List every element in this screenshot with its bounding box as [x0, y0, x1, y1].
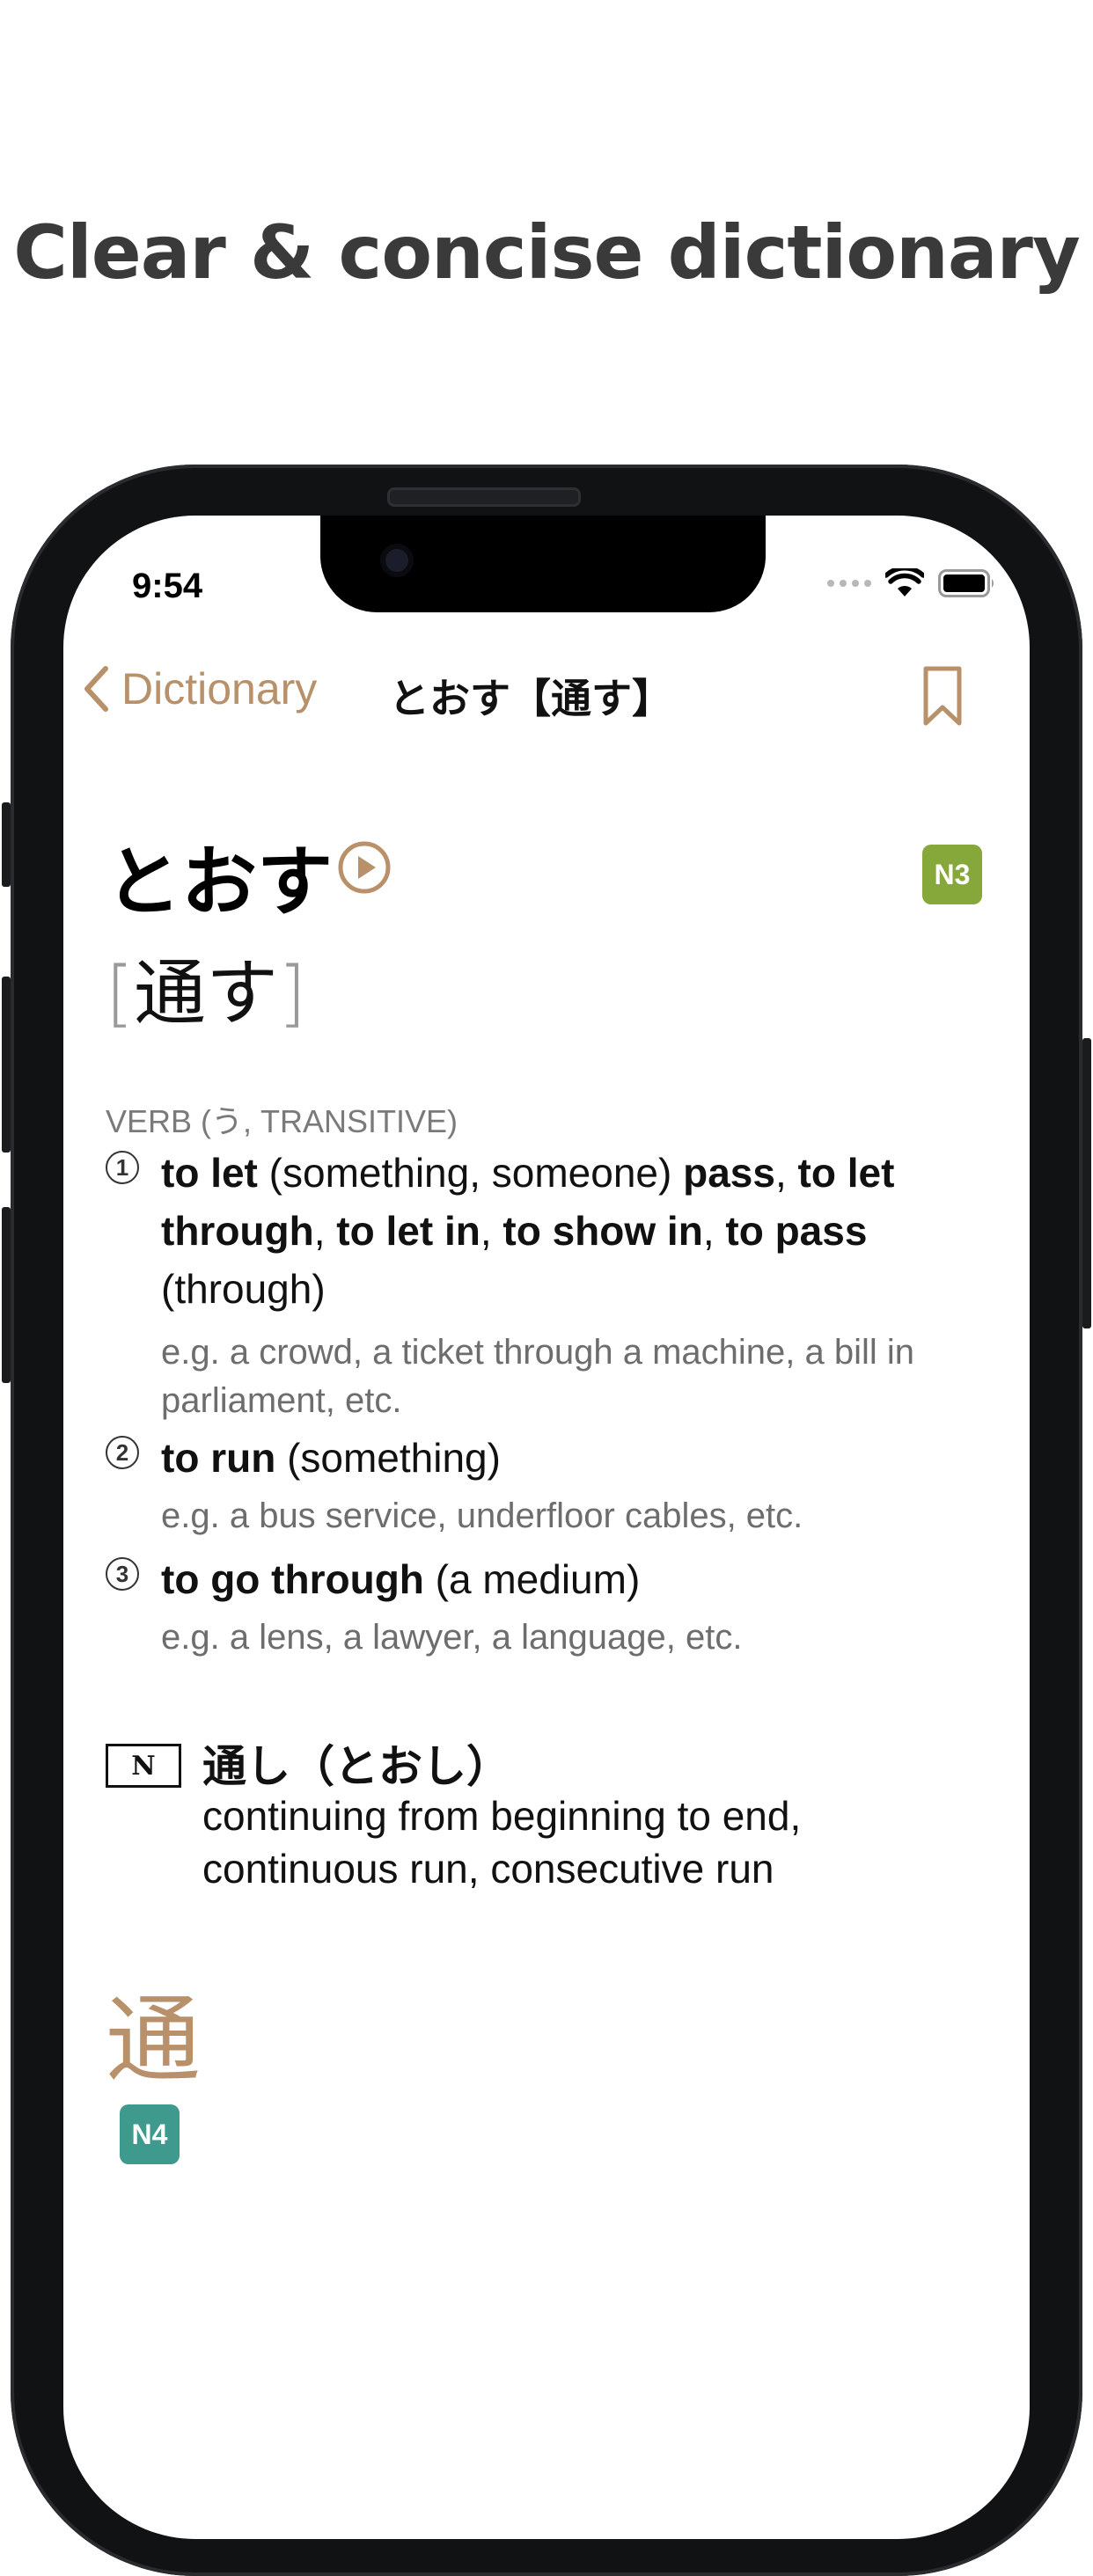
gloss-note: , [774, 1150, 798, 1196]
related-meaning: continuing from beginning to end, contin… [202, 1793, 802, 1892]
gloss-term: to let [161, 1150, 258, 1196]
kanji-character[interactable]: 通 [106, 1964, 201, 2101]
bracket-open: [ [106, 952, 134, 1036]
sense-example: e.g. a crowd, a ticket through a machine… [161, 1333, 915, 1420]
gloss-term: to let in [336, 1208, 480, 1254]
gloss-note: (through) [161, 1266, 326, 1312]
sense-example: e.g. a lens, a lawyer, a language, etc. [161, 1618, 743, 1657]
volume-down-button [2, 1207, 11, 1383]
gloss-note: (something) [275, 1435, 501, 1481]
related-word[interactable]: 通し（とおし） [202, 1731, 510, 1795]
gloss-note: , [702, 1208, 726, 1254]
gloss-note: , [313, 1208, 337, 1254]
play-icon[interactable] [336, 839, 392, 896]
nav-title: とおす【通す】 [389, 675, 672, 722]
gloss-term: to go through [161, 1556, 424, 1602]
headline: Clear & concise dictionary [13, 209, 1080, 296]
gloss-term: pass [683, 1150, 775, 1196]
earpiece-speaker [387, 487, 581, 507]
gloss-note: (a medium) [423, 1556, 641, 1602]
jlpt-badge-n4: N4 [120, 2104, 180, 2164]
gloss-note: , [480, 1208, 503, 1254]
entry-reading: とおす [106, 838, 333, 926]
power-button [1082, 1038, 1091, 1328]
camera-icon [380, 544, 414, 577]
gloss-term: to show in [502, 1208, 703, 1254]
silent-switch [2, 802, 11, 887]
sense-example: e.g. a bus service, underfloor cables, e… [161, 1497, 803, 1535]
app-screen: 9:54 Dictionary とおす【通す】 とおす N3 [通す] VERB… [63, 516, 1030, 2539]
chevron-left-icon [84, 666, 108, 712]
bracket-close: ] [278, 952, 307, 1036]
jlpt-badge-n3: N3 [922, 845, 982, 904]
status-icons [827, 568, 996, 598]
back-button-label: Dictionary [121, 664, 318, 714]
signal-dots-icon [827, 580, 871, 587]
notch [320, 516, 766, 612]
back-button[interactable]: Dictionary [83, 663, 317, 714]
sense-number: 2 [106, 1436, 139, 1469]
bookmark-icon[interactable] [922, 665, 963, 727]
wifi-icon [885, 568, 924, 596]
sense-number: 1 [106, 1151, 139, 1184]
gloss-term: to pass [725, 1208, 868, 1254]
sense-number: 3 [106, 1557, 139, 1591]
noun-tag: N [106, 1744, 181, 1788]
gloss-note: (something, someone) [257, 1150, 684, 1196]
volume-up-button [2, 977, 11, 1153]
sense-gloss: to go through (a medium) [161, 1550, 988, 1608]
battery-icon [938, 569, 994, 597]
entry-kanji-text: 通す [134, 952, 279, 1036]
gloss-term: to run [161, 1435, 276, 1481]
entry-kanji: [通す] [106, 934, 306, 1039]
sense-gloss: to let (something, someone) pass, to let… [161, 1144, 988, 1318]
part-of-speech: VERB (う, TRANSITIVE) [106, 1103, 458, 1139]
sense-gloss: to run (something) [161, 1429, 988, 1487]
status-time: 9:54 [132, 567, 203, 605]
